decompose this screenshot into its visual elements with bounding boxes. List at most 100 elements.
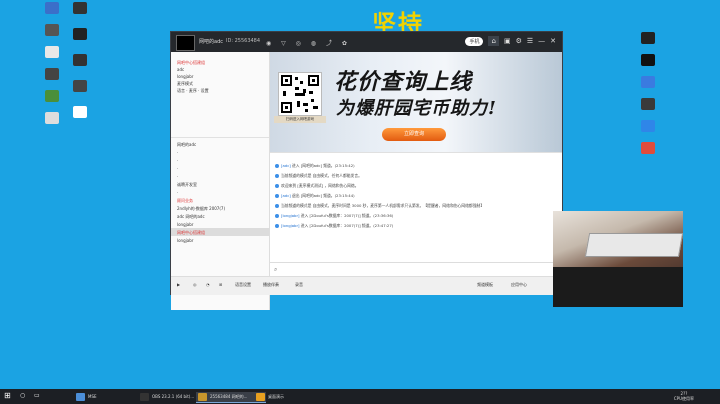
desktop-icon[interactable] bbox=[64, 80, 96, 94]
desktop-icon[interactable] bbox=[64, 2, 96, 16]
menu-icon[interactable]: ☰ bbox=[527, 37, 533, 45]
system-clock: 2?? CPU使用率 bbox=[673, 391, 694, 401]
app-icon bbox=[641, 120, 655, 132]
message-user[interactable]: [longjabr] bbox=[281, 223, 301, 228]
chat-message: 欢迎来到 [麦序模式测试] ，网络和伤心网络。 bbox=[275, 183, 359, 189]
app-icon bbox=[73, 2, 87, 14]
chat-message: [longjabr] 进入 [2Douful's数据库：2007(7)] 频道。… bbox=[275, 223, 393, 229]
info-icon bbox=[275, 194, 279, 198]
toolbar-item[interactable]: ⊞ bbox=[219, 282, 222, 287]
channel-item[interactable]: 网吧中心搭建组 bbox=[177, 230, 205, 236]
sidebar-item[interactable]: 麦序模式 bbox=[177, 81, 193, 87]
chat-message: [longjabr] 进入 [2Douful's数据库：2007(7)] 频道。… bbox=[275, 213, 393, 219]
title-bar[interactable]: 网吧的adc ID: 25563484 ◉ ▽ ◎ ◍ ⤴ ✿ 手机 ⌂ ▣ ⚙… bbox=[171, 32, 562, 52]
toolbar-item[interactable]: 录音 bbox=[295, 282, 303, 288]
chat-message: [adc] 进入 [网吧的adc] 频道。(23:15:42) bbox=[275, 163, 355, 169]
taskbar-app-label: 桌面演示 bbox=[268, 394, 284, 399]
search-taskbar-icon[interactable]: ▭ bbox=[34, 392, 40, 399]
desktop-icon[interactable] bbox=[632, 32, 664, 46]
app-icon bbox=[641, 142, 655, 154]
channel-item[interactable]: · bbox=[177, 166, 178, 171]
channel-item[interactable]: 2ndlyh的·数据库 2007(7) bbox=[177, 206, 225, 212]
toolbar-item[interactable]: ▶ bbox=[177, 282, 180, 287]
task-view-icon[interactable]: ○ bbox=[20, 392, 25, 399]
taskbar: ⊞ ○ ▭ 2?? CPU使用率 MSE OBS 23.2.1 (64 bit).… bbox=[0, 389, 720, 404]
info-icon bbox=[275, 224, 279, 228]
app-icon bbox=[641, 76, 655, 88]
taskbar-app[interactable]: MSE bbox=[74, 392, 146, 402]
app-icon bbox=[45, 46, 59, 58]
toolbar-right-item[interactable]: 应用中心 bbox=[511, 282, 527, 288]
chat-message: 当前频道的模式是 自由模式，任何人都能发言。 bbox=[275, 173, 362, 179]
info-icon bbox=[275, 184, 279, 188]
desktop-icon[interactable] bbox=[632, 54, 664, 68]
app-icon bbox=[641, 54, 655, 66]
sidebar-item[interactable]: adc bbox=[177, 67, 184, 72]
app-icon bbox=[73, 80, 87, 92]
channel-item[interactable]: 网吧的adc bbox=[177, 142, 196, 148]
app-icon bbox=[641, 32, 655, 44]
bottom-toolbar: ▶ ◎ ◔ ⊞ 语音设置 播放伴奏 录音 频道模板 应用中心 bbox=[171, 276, 562, 295]
taskbar-app[interactable]: 桌面演示 bbox=[254, 392, 308, 402]
app-icon bbox=[73, 54, 87, 66]
channel-item[interactable]: · bbox=[177, 158, 178, 163]
sidebar-item[interactable]: longjabr bbox=[177, 74, 193, 79]
app-icon bbox=[45, 68, 59, 80]
toolbar-item[interactable]: 语音设置 bbox=[235, 282, 251, 288]
taskbar-app-label: 25563484 网吧的... bbox=[210, 394, 248, 399]
message-user[interactable]: [adc] bbox=[281, 163, 292, 168]
title-toolbar-icons[interactable]: ◉ ▽ ◎ ◍ ⤴ ✿ bbox=[266, 38, 351, 47]
close-button[interactable]: ✕ bbox=[550, 37, 556, 45]
home-icon[interactable]: ⌂ bbox=[488, 36, 499, 46]
sidebar-item[interactable]: 语言 · 麦序 · 设置 bbox=[177, 88, 209, 94]
chat-input[interactable]: ⌕ bbox=[270, 262, 562, 277]
channel-item[interactable]: adc 网吧的adc bbox=[177, 214, 205, 220]
channel-item[interactable]: 顾问业务 bbox=[177, 198, 193, 204]
app-icon bbox=[45, 90, 59, 102]
message-text: 当前频道的模式是 自由模式，麦序时间是 3000 秒，麦序第一人机部需求只认第发… bbox=[281, 203, 485, 208]
message-user[interactable]: [longjabr] bbox=[281, 213, 301, 218]
toolbar-item[interactable]: 播放伴奏 bbox=[263, 282, 279, 288]
desktop-icon[interactable] bbox=[632, 98, 664, 112]
desktop-icon[interactable] bbox=[64, 54, 96, 68]
minimize-button[interactable]: — bbox=[538, 37, 545, 45]
webcam-overlay bbox=[553, 211, 683, 307]
desktop-icon[interactable] bbox=[632, 76, 664, 90]
mobile-pill-button[interactable]: 手机 bbox=[465, 36, 484, 46]
screen-icon[interactable]: ▣ bbox=[504, 37, 511, 45]
taskbar-app-icon bbox=[76, 393, 85, 401]
message-user[interactable]: [adc] bbox=[281, 193, 292, 198]
channel-item[interactable]: 诚聘开发室 bbox=[177, 182, 197, 188]
settings-icon[interactable]: ⚙ bbox=[516, 37, 522, 45]
app-icon bbox=[45, 24, 59, 36]
channel-item[interactable]: longjabr bbox=[177, 238, 193, 243]
message-text: 进入 [网吧的adc] 频道。(23:15:42) bbox=[292, 163, 355, 168]
channel-item[interactable]: · bbox=[177, 190, 178, 195]
desktop-icon[interactable] bbox=[632, 120, 664, 134]
message-text: 进入 [2Douful's数据库：2007(7)] 频道。(23:47:27) bbox=[300, 223, 394, 228]
desktop-icon[interactable] bbox=[64, 28, 96, 42]
taskbar-app-icon bbox=[256, 393, 265, 401]
info-icon bbox=[275, 214, 279, 218]
desktop-icon[interactable] bbox=[64, 106, 96, 120]
toolbar-item[interactable]: ◔ bbox=[206, 282, 210, 287]
channel-item[interactable]: longjabr bbox=[177, 222, 193, 227]
desktop-icon[interactable] bbox=[632, 142, 664, 156]
start-icon[interactable]: ⊞ bbox=[4, 391, 11, 400]
search-icon: ⌕ bbox=[274, 266, 278, 273]
query-now-button[interactable]: 立即查询 bbox=[382, 128, 446, 141]
channel-item[interactable]: · bbox=[177, 150, 178, 155]
qr-code bbox=[278, 72, 322, 116]
channel-item[interactable]: · bbox=[177, 174, 178, 179]
user-avatar[interactable] bbox=[176, 35, 195, 51]
toolbar-right-item[interactable]: 频道模板 bbox=[477, 282, 493, 288]
keyboard-image bbox=[584, 233, 683, 257]
room-id: ID: 25563484 bbox=[226, 38, 261, 44]
taskbar-app-label: OBS 23.2.1 (64 bit)... bbox=[152, 394, 195, 399]
promo-banner[interactable]: 扫码进入网吧游戏 花价查询上线 为爆肝园宅币助力! 立即查询 bbox=[270, 52, 562, 152]
taskbar-app-icon bbox=[198, 393, 207, 401]
sidebar-item[interactable]: 网吧中心搭建组 bbox=[177, 60, 205, 66]
toolbar-item[interactable]: ◎ bbox=[193, 282, 197, 287]
qr-caption: 扫码进入网吧游戏 bbox=[274, 116, 326, 123]
sidebar-divider bbox=[171, 137, 269, 138]
